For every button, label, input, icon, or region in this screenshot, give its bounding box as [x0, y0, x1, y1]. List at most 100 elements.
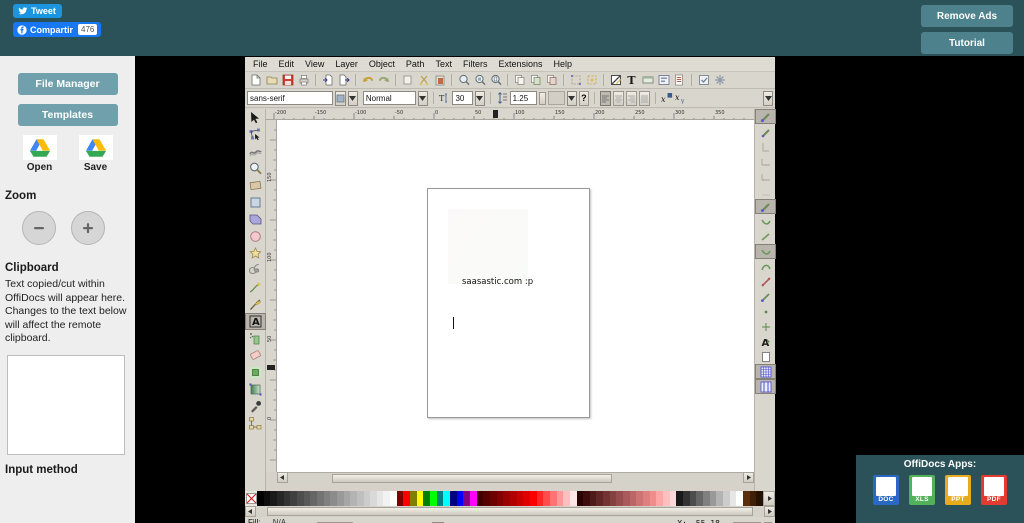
preferences-icon[interactable]	[696, 73, 711, 88]
subscript-icon[interactable]: xy	[675, 91, 687, 106]
palette-color-swatch[interactable]	[536, 491, 544, 506]
remove-ads-button[interactable]: Remove Ads	[921, 5, 1013, 27]
palette-color-swatch[interactable]	[416, 491, 424, 506]
palette-color-swatch[interactable]	[436, 491, 444, 506]
palette-color-swatch[interactable]	[310, 491, 317, 506]
align-right-icon[interactable]	[625, 90, 637, 106]
palette-color-swatch[interactable]	[276, 491, 284, 506]
palette-color-swatch[interactable]	[696, 491, 703, 506]
palette-color-swatch[interactable]	[643, 491, 650, 506]
menu-filters[interactable]: Filters	[463, 59, 488, 69]
palette-color-swatch[interactable]	[283, 491, 291, 506]
palette-color-swatch[interactable]	[609, 491, 617, 506]
duplicate-icon[interactable]	[512, 73, 527, 88]
undo-icon[interactable]	[360, 73, 375, 88]
drive-save-action[interactable]: Save	[78, 135, 113, 173]
drawing-canvas[interactable]: saasastic.com :p	[277, 120, 754, 472]
palette-color-swatch[interactable]	[463, 491, 470, 506]
canvas-text-object[interactable]: saasastic.com :p	[462, 277, 533, 287]
color-palette[interactable]	[245, 491, 775, 506]
file-manager-button[interactable]: File Manager	[17, 73, 118, 95]
document-page[interactable]: saasastic.com :p	[427, 188, 590, 418]
palette-color-swatch[interactable]	[709, 491, 717, 506]
palette-color-swatch[interactable]	[336, 491, 344, 506]
import-icon[interactable]	[320, 73, 335, 88]
superscript-icon[interactable]: x ■	[661, 91, 673, 106]
palette-color-swatch[interactable]	[736, 491, 743, 506]
snap-cusp-node-icon[interactable]	[755, 259, 776, 274]
enable-snapping-icon[interactable]	[755, 109, 776, 124]
palette-color-swatch[interactable]	[656, 491, 664, 506]
palette-color-swatch[interactable]	[722, 491, 730, 506]
palette-color-swatch[interactable]	[556, 491, 564, 506]
3dbox-tool[interactable]	[245, 194, 266, 211]
zoom-tool[interactable]	[245, 160, 266, 177]
document-properties-icon[interactable]	[672, 73, 687, 88]
palette-color-swatch[interactable]	[756, 491, 763, 506]
line-spacing-unit-dropdown-icon[interactable]	[566, 90, 577, 106]
align-center-icon[interactable]	[612, 90, 624, 106]
tutorial-button[interactable]: Tutorial	[921, 32, 1013, 54]
palette-color-swatch[interactable]	[503, 491, 510, 506]
palette-color-swatch[interactable]	[396, 491, 404, 506]
zoom-drawing-icon[interactable]	[472, 73, 487, 88]
palette-color-swatch[interactable]	[390, 491, 397, 506]
snap-nodes-icon[interactable]	[755, 199, 776, 214]
snap-line-midpoint-icon[interactable]	[755, 289, 776, 304]
palette-color-swatch[interactable]	[749, 491, 757, 506]
palette-color-swatch[interactable]	[669, 491, 677, 506]
no-color-swatch[interactable]	[245, 491, 257, 506]
snap-bounding-box-icon[interactable]	[755, 124, 776, 139]
palette-scroll-right-button[interactable]	[763, 491, 775, 506]
ellipse-tool[interactable]	[245, 211, 266, 228]
palette-color-swatch[interactable]	[303, 491, 311, 506]
offidocs-app-ppt[interactable]: PPT	[945, 475, 971, 505]
save-document-icon[interactable]	[280, 73, 295, 88]
palette-color-swatch[interactable]	[270, 491, 277, 506]
font-style-input[interactable]: Normal	[362, 91, 416, 105]
palette-color-swatch[interactable]	[296, 491, 304, 506]
snap-bbox-edge-icon[interactable]	[755, 154, 776, 169]
horizontal-scroll-thumb[interactable]	[332, 474, 612, 483]
palette-scroll-thumb[interactable]	[267, 507, 753, 516]
palette-color-swatch[interactable]	[483, 491, 490, 506]
palette-color-swatch[interactable]	[742, 491, 750, 506]
menu-help[interactable]: Help	[553, 59, 572, 69]
spray-tool[interactable]	[245, 330, 266, 347]
line-spacing-unit[interactable]	[547, 91, 565, 105]
snap-rotation-center-icon[interactable]	[755, 319, 776, 334]
palette-color-swatch[interactable]	[523, 491, 530, 506]
rectangle-tool[interactable]	[245, 177, 266, 194]
line-spacing-input[interactable]: 1.25	[509, 91, 538, 105]
vertical-ruler[interactable]: 150 100 50 0	[266, 120, 277, 472]
star-tool[interactable]	[245, 228, 266, 245]
cut-icon[interactable]	[416, 73, 431, 88]
palette-color-swatch[interactable]	[496, 491, 504, 506]
palette-color-swatch[interactable]	[516, 491, 524, 506]
connector-tool[interactable]	[245, 415, 266, 432]
scroll-right-button[interactable]	[743, 472, 754, 483]
line-spacing-stepper[interactable]	[539, 91, 546, 105]
text-tool[interactable]: A	[245, 313, 266, 330]
print-icon[interactable]	[296, 73, 311, 88]
palette-color-swatch[interactable]	[330, 491, 337, 506]
bucket-fill-tool[interactable]	[245, 364, 266, 381]
palette-color-swatch[interactable]	[716, 491, 723, 506]
palette-color-swatch[interactable]	[423, 491, 431, 506]
palette-swatches[interactable]	[257, 491, 763, 506]
snap-paths-icon[interactable]	[755, 214, 776, 229]
snap-bbox-corner-icon[interactable]	[755, 139, 776, 154]
palette-color-swatch[interactable]	[649, 491, 657, 506]
palette-color-swatch[interactable]	[563, 491, 570, 506]
zoom-out-button[interactable]	[22, 211, 56, 245]
palette-color-swatch[interactable]	[702, 491, 710, 506]
font-family-dropdown-icon[interactable]	[348, 90, 358, 106]
horizontal-ruler[interactable]: -200 -150 -100 -50 0 50 100 150 200 250 300 350	[266, 109, 754, 120]
snap-page-border-icon[interactable]	[755, 349, 776, 364]
zoom-in-button[interactable]	[71, 211, 105, 245]
scroll-left-button[interactable]	[277, 472, 288, 483]
palette-color-swatch[interactable]	[576, 491, 584, 506]
menu-path[interactable]: Path	[406, 59, 425, 69]
palette-scroll-left-button[interactable]	[245, 506, 256, 517]
export-icon[interactable]	[336, 73, 351, 88]
